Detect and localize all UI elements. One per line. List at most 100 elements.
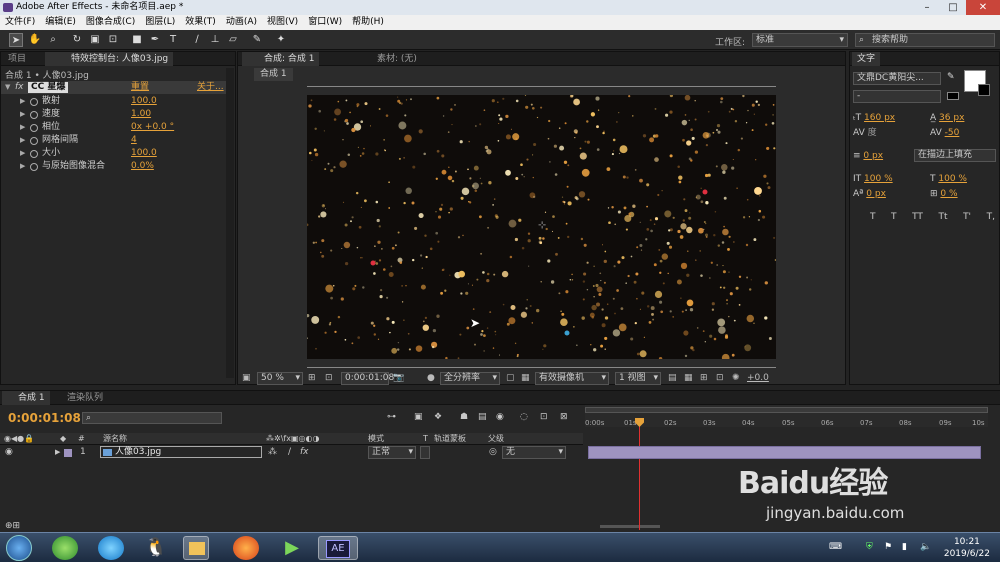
trkmat-header[interactable]: 轨道蒙板 (434, 433, 466, 445)
timeline-icon[interactable]: ⊞ (700, 372, 708, 385)
region-of-interest-icon[interactable]: ▢ (506, 372, 515, 385)
faux-bold-button[interactable]: T (870, 210, 876, 224)
media-player-icon[interactable]: ▶ (279, 536, 305, 560)
tray-keyboard-icon[interactable]: ⌨ (829, 542, 842, 552)
brush-tool-icon[interactable]: ∕ (190, 33, 204, 47)
menu-animation[interactable]: 动画(A) (221, 15, 262, 30)
tab-project[interactable]: 项目 (3, 52, 31, 66)
tab-effect-controls[interactable]: 特效控制台: 人像03.jpg (45, 52, 174, 66)
motion-blur-icon[interactable]: ◉ (496, 412, 504, 422)
type-tool-icon[interactable]: T (166, 33, 180, 47)
shy-switch-icon[interactable]: ⁂ (268, 446, 277, 459)
subscript-button[interactable]: T, (987, 210, 995, 224)
property-value[interactable]: 4 (131, 134, 137, 147)
maximize-button[interactable]: □ (940, 0, 966, 15)
tab-timeline-comp[interactable]: 合成 1 (2, 391, 50, 405)
anchor-point-icon[interactable]: ⊹ (538, 220, 546, 231)
file-explorer-icon[interactable] (183, 536, 209, 560)
stroke-width-value[interactable]: 0 px (863, 151, 883, 161)
toggle-switches-icon[interactable]: ⊕⊞ (5, 521, 20, 531)
graph-editor-icon[interactable]: ⊡ (540, 412, 548, 422)
toggle-pixel-aspect-icon[interactable]: ▤ (668, 372, 677, 385)
after-effects-taskbar-icon[interactable]: AE (318, 536, 358, 560)
channel-icon[interactable]: ● (427, 372, 435, 385)
superscript-button[interactable]: T' (963, 210, 971, 224)
rotate-tool-icon[interactable]: ↻ (70, 33, 84, 47)
tsume-value[interactable]: 0 % (940, 189, 957, 199)
time-ruler[interactable]: 0:00s 01s 02s 03s 04s 05s 06s 07s 08s 09s 10s (585, 405, 988, 427)
pen-tool-icon[interactable]: ✒ (148, 33, 162, 47)
tab-composition[interactable]: 合成: 合成 1 (242, 52, 320, 66)
fx-toggle[interactable]: fx (15, 81, 24, 94)
tray-security-icon[interactable]: ⛨ (866, 542, 873, 552)
menu-edit[interactable]: 编辑(E) (40, 15, 81, 30)
zoom-select[interactable]: 50 % ▾ (257, 372, 303, 385)
comp-subtab[interactable]: 合成 1 (254, 68, 293, 81)
eraser-tool-icon[interactable]: ▱ (226, 33, 240, 47)
font-family-select[interactable]: 文鼎DC黄阳尖... (853, 72, 941, 85)
horizontal-scale-value[interactable]: 100 % (938, 174, 967, 184)
firefox-icon[interactable] (233, 536, 259, 560)
label-color-swatch[interactable] (64, 449, 72, 457)
snapshot-icon[interactable]: 📷 (393, 372, 404, 385)
stopwatch-icon[interactable] (30, 150, 38, 158)
stopwatch-icon[interactable] (30, 111, 38, 119)
puppet-pin-tool-icon[interactable]: ✦ (274, 33, 288, 47)
ie-browser-icon[interactable] (98, 536, 124, 560)
expand-triangle-icon[interactable]: ▶ (20, 95, 25, 108)
property-value[interactable]: 1.00 (131, 108, 151, 121)
reset-link[interactable]: 重置 (131, 81, 149, 94)
preserve-transparency-checkbox[interactable] (420, 446, 430, 459)
resolution-select[interactable]: 全分辨率 ▾ (440, 372, 500, 385)
eyedropper-icon[interactable]: ✎ (947, 72, 955, 82)
hide-shy-layers-icon[interactable]: ☗ (460, 412, 468, 422)
leading-value[interactable]: 36 px (939, 113, 964, 123)
stroke-mode-select[interactable]: 在描边上填充 (914, 149, 996, 162)
blend-mode-select[interactable]: 正常 ▾ (368, 446, 416, 459)
fx-switch-icon[interactable]: fx (300, 446, 309, 459)
property-value[interactable]: 100.0 (131, 147, 157, 160)
tab-footage[interactable]: 素材: (无) (372, 52, 422, 66)
eye-icon[interactable]: ◉ (5, 446, 13, 459)
stopwatch-icon[interactable] (30, 137, 38, 145)
selection-tool-icon[interactable]: ➤ (9, 33, 23, 47)
clone-stamp-tool-icon[interactable]: ⊥ (208, 33, 222, 47)
camera-select[interactable]: 有效摄像机 ▾ (535, 372, 609, 385)
exposure-value[interactable]: +0.0 (747, 372, 769, 385)
system-clock[interactable]: 10:21 2019/6/22 (944, 536, 990, 560)
camera-tool-icon[interactable]: ▣ (88, 33, 102, 47)
quality-switch-icon[interactable]: ∕ (288, 446, 291, 459)
safe-margins-icon[interactable]: ⊞ (308, 372, 316, 385)
minimize-button[interactable]: – (914, 0, 940, 15)
transparency-grid-icon[interactable]: ▦ (521, 372, 530, 385)
collapse-triangle-icon[interactable]: ▼ (5, 81, 10, 94)
roto-brush-tool-icon[interactable]: ✎ (250, 33, 264, 47)
hand-tool-icon[interactable]: ✋ (28, 33, 42, 47)
zoom-slider[interactable] (600, 525, 660, 528)
start-button[interactable] (6, 535, 32, 561)
tray-volume-icon[interactable]: 🔈 (920, 542, 931, 552)
workspace-select[interactable]: 标准 ▾ (752, 33, 848, 47)
stopwatch-icon[interactable] (30, 163, 38, 171)
stopwatch-icon[interactable] (30, 124, 38, 132)
mask-visibility-icon[interactable]: ⊡ (325, 372, 333, 385)
tray-flag-icon[interactable]: ⚑ (884, 542, 892, 552)
kerning-value[interactable]: 度 (868, 128, 877, 138)
property-value[interactable]: 0x +0.0 ° (131, 121, 174, 134)
expand-triangle-icon[interactable]: ▶ (20, 121, 25, 134)
views-select[interactable]: 1 视图 ▾ (615, 372, 661, 385)
expand-triangle-icon[interactable]: ▶ (20, 108, 25, 121)
stopwatch-icon[interactable] (30, 98, 38, 106)
font-size-value[interactable]: 160 px (864, 113, 895, 123)
menu-window[interactable]: 窗口(W) (303, 15, 347, 30)
baseline-shift-value[interactable]: 0 px (866, 189, 886, 199)
work-area-bar[interactable] (585, 407, 988, 413)
source-name-header[interactable]: 源名称 (103, 433, 127, 445)
timeline-timecode[interactable]: 0:00:01:08 (8, 411, 81, 425)
expand-triangle-icon[interactable]: ▶ (55, 446, 60, 459)
expand-triangle-icon[interactable]: ▶ (20, 134, 25, 147)
t-header[interactable]: T (423, 433, 428, 445)
pickwhip-icon[interactable]: ◎ (489, 446, 497, 459)
effect-name[interactable]: CC 星爆 (28, 82, 69, 93)
vertical-scale-value[interactable]: 100 % (864, 174, 893, 184)
